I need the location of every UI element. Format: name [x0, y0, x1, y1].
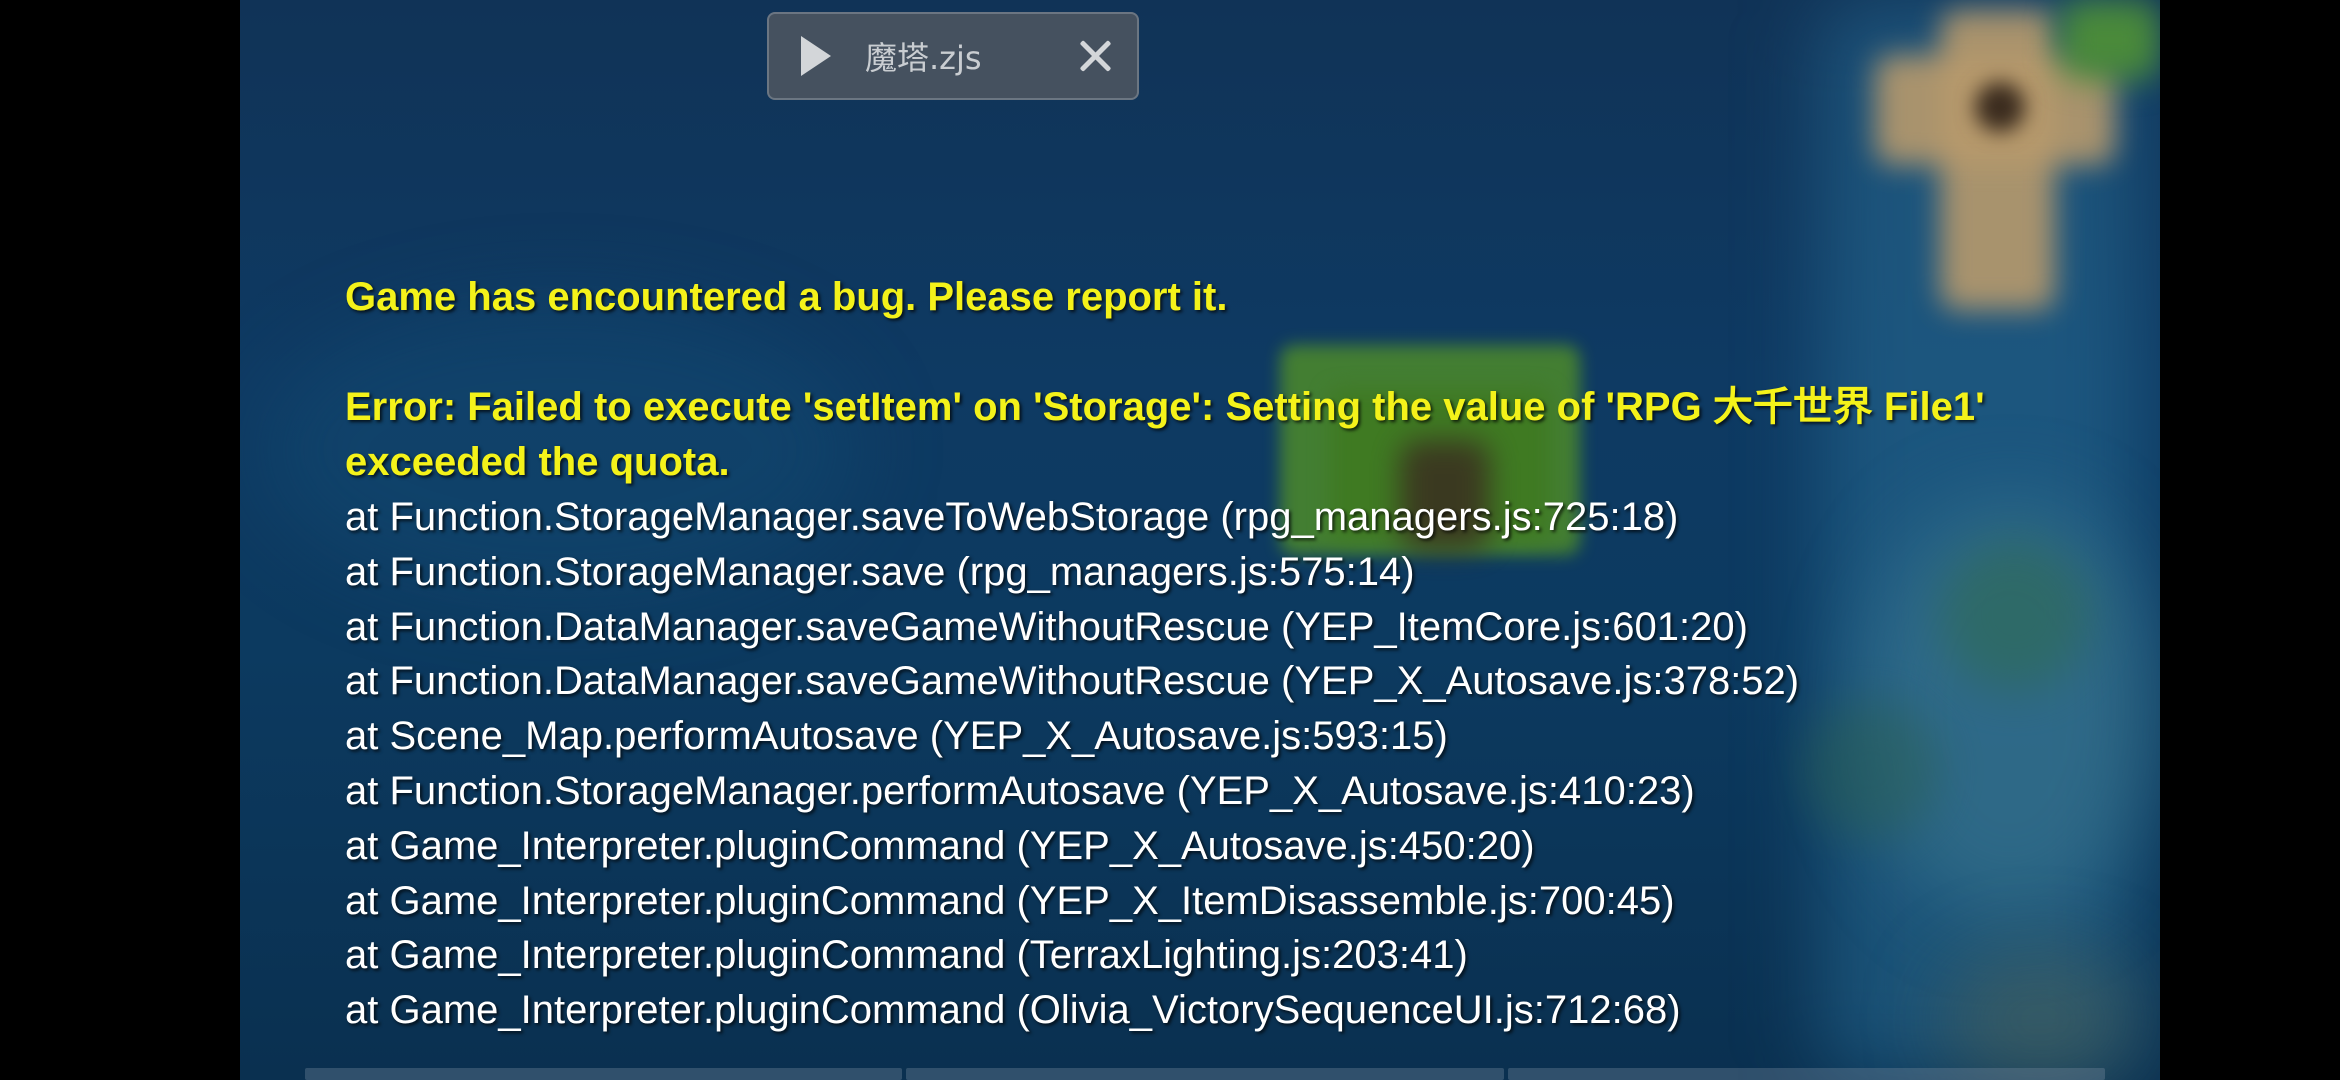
bottom-bar-segment: [906, 1068, 1504, 1080]
stack-trace-line: at Game_Interpreter.pluginCommand (Terra…: [345, 933, 1468, 978]
close-icon[interactable]: [1075, 36, 1115, 76]
error-panel: Game has encountered a bug. Please repor…: [345, 270, 2045, 1038]
map-hole: [1975, 82, 2025, 132]
bottom-bar: [305, 1068, 2105, 1080]
stack-trace-line: at Function.StorageManager.save (rpg_man…: [345, 549, 1415, 594]
stack-trace-line: at Game_Interpreter.pluginCommand (Olivi…: [345, 988, 1681, 1033]
map-grass-corner: [2060, 0, 2160, 80]
stack-trace: at Function.StorageManager.saveToWebStor…: [345, 490, 2045, 1038]
game-tab-title: 魔塔.zjs: [865, 39, 982, 77]
stack-trace-line: at Function.StorageManager.performAutosa…: [345, 768, 1695, 813]
error-message: Error: Failed to execute 'setItem' on 'S…: [345, 385, 1985, 484]
game-tab-pill[interactable]: 魔塔.zjs: [767, 12, 1139, 100]
stack-trace-line: at Function.StorageManager.saveToWebStor…: [345, 495, 1679, 539]
stack-trace-line: at Scene_Map.performAutosave (YEP_X_Auto…: [345, 714, 1448, 759]
bottom-bar-segment: [305, 1068, 903, 1080]
stack-trace-line: at Game_Interpreter.pluginCommand (YEP_X…: [345, 823, 1535, 868]
bottom-bar-segment: [1507, 1068, 2105, 1080]
play-icon[interactable]: [801, 36, 831, 76]
stack-trace-line: at Game_Interpreter.pluginCommand (YEP_X…: [345, 878, 1675, 923]
stack-trace-line: at Function.DataManager.saveGameWithoutR…: [345, 659, 1800, 704]
stack-trace-line: at Function.DataManager.saveGameWithoutR…: [345, 604, 1748, 649]
error-title: Game has encountered a bug. Please repor…: [345, 275, 1228, 319]
